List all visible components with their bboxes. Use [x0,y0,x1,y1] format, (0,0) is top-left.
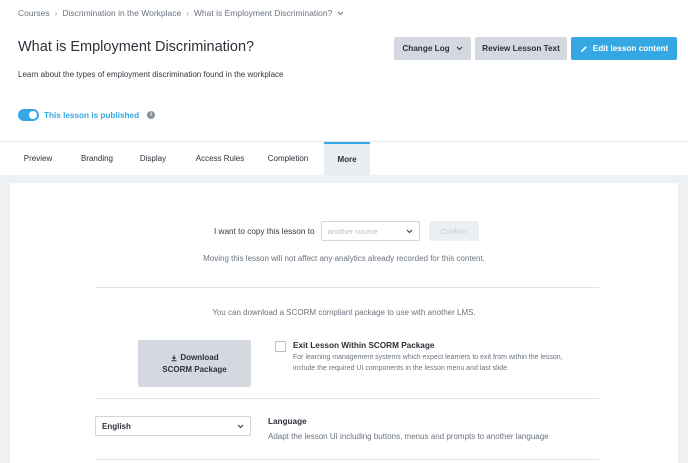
chevron-down-icon [237,424,244,429]
exit-lesson-checkbox[interactable] [275,341,286,352]
scorm-note: You can download a SCORM compliant packa… [212,308,476,317]
change-log-button[interactable]: Change Log [394,37,471,60]
tab-access-rules[interactable]: Access Rules [188,142,252,175]
tabs-bar: Preview Branding Display Access Rules Co… [0,141,688,175]
tab-display[interactable]: Display [118,142,188,175]
chevron-down-icon [456,46,463,51]
publish-row: This lesson is published i [18,109,156,121]
download-label-line2: SCORM Package [162,364,227,374]
page-title: What is Employment Discrimination? [18,39,255,55]
tab-completion[interactable]: Completion [252,142,324,175]
tab-preview[interactable]: Preview [0,142,76,175]
download-icon [170,354,178,362]
publish-toggle[interactable] [18,109,39,121]
pencil-icon [580,45,588,53]
lesson-description: Learn about the types of employment disc… [18,70,284,79]
exit-lesson-title: Exit Lesson Within SCORM Package [293,341,435,350]
copy-lesson-row: I want to copy this lesson to another co… [214,221,479,241]
confirm-button[interactable]: Confirm [428,221,479,241]
edit-lesson-label: Edit lesson content [592,44,669,53]
tab-more[interactable]: More [324,142,370,175]
divider [95,398,599,399]
language-title: Language [268,417,307,426]
edit-lesson-content-button[interactable]: Edit lesson content [571,37,677,60]
review-lesson-text-button[interactable]: Review Lesson Text [475,37,567,60]
chevron-down-icon [406,229,413,234]
info-icon[interactable]: i [147,111,156,119]
language-selected: English [102,421,131,431]
course-select-placeholder: another course [327,226,378,236]
publish-label: This lesson is published [44,110,140,120]
breadcrumb-course[interactable]: Discrimination in the Workplace [62,8,181,18]
breadcrumb-courses[interactable]: Courses [18,8,50,18]
breadcrumb-lesson[interactable]: What is Employment Discrimination? [194,8,332,18]
breadcrumb: Courses › Discrimination in the Workplac… [18,8,344,18]
tab-branding[interactable]: Branding [76,142,118,175]
copy-note: Moving this lesson will not affect any a… [203,254,485,263]
language-description: Adapt the lesson UI including buttons, m… [268,432,549,441]
breadcrumb-separator: › [186,8,189,18]
divider [95,459,599,460]
download-label-line1: Download [180,352,219,362]
divider [95,287,599,288]
header-actions: Change Log Review Lesson Text Edit lesso… [394,37,677,60]
copy-lesson-label: I want to copy this lesson to [214,226,315,236]
course-select[interactable]: another course [320,221,420,241]
breadcrumb-separator: › [54,8,58,18]
exit-lesson-description: For learning management systems which ex… [293,354,563,372]
change-log-label: Change Log [402,44,450,53]
chevron-down-icon[interactable] [337,11,344,16]
language-select[interactable]: English [95,416,251,436]
download-scorm-button[interactable]: Download SCORM Package [138,340,251,387]
